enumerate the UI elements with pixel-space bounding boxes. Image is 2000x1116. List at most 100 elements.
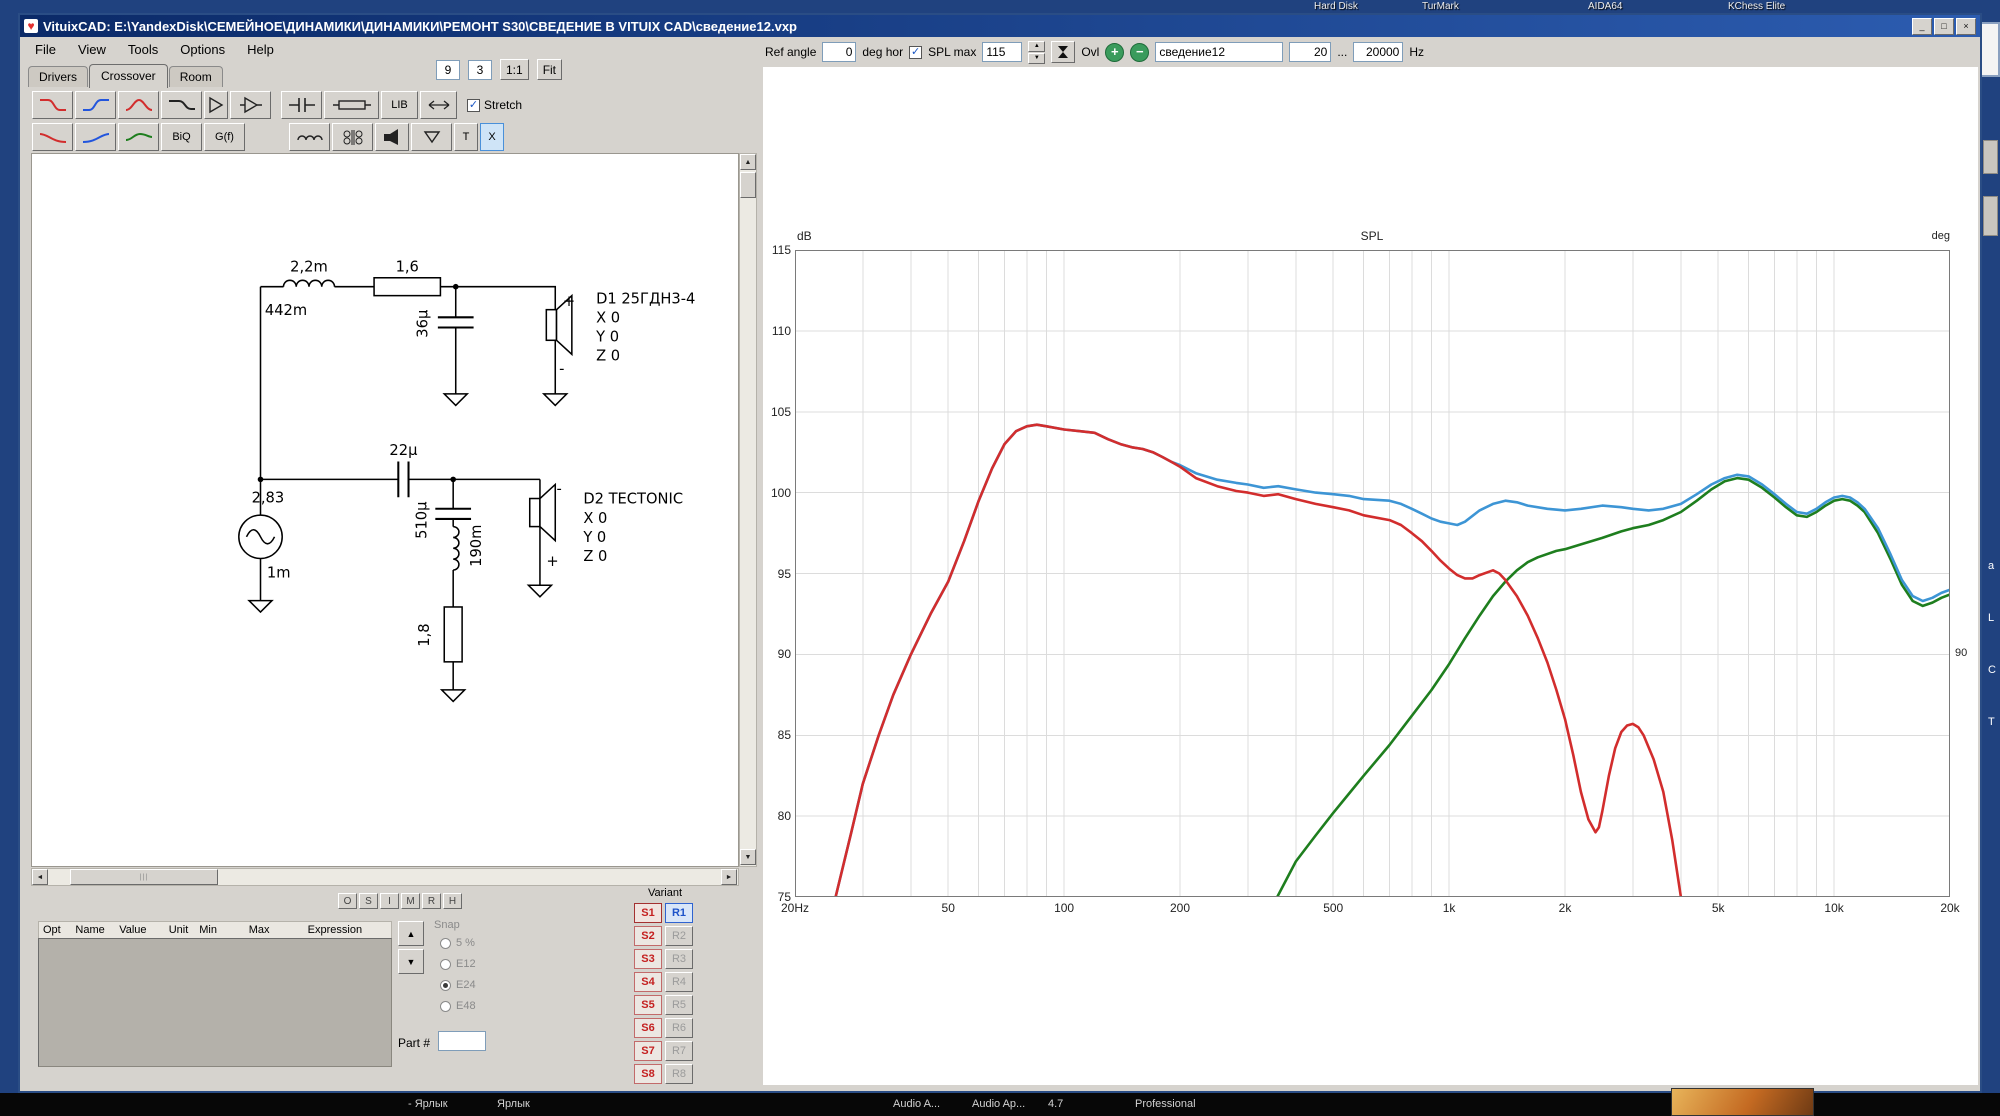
grid-rows-input[interactable]	[468, 60, 492, 80]
minimize-button[interactable]: _	[1912, 18, 1932, 35]
inductor-L1[interactable]	[283, 280, 334, 286]
highpass2-blue-button[interactable]	[75, 123, 116, 151]
tab-crossover[interactable]: Crossover	[89, 64, 168, 88]
schematic-tool-h-button[interactable]: H	[443, 893, 462, 909]
schematic-tool-r-button[interactable]: R	[422, 893, 441, 909]
taskbar-item[interactable]: Audio A...	[893, 1098, 940, 1110]
variant-s8-button[interactable]: S8	[634, 1064, 662, 1084]
driver-D2[interactable]	[530, 484, 556, 540]
move-down-button[interactable]: ▼	[398, 949, 424, 974]
variant-r4-button[interactable]: R4	[665, 972, 693, 992]
snap-option-E12[interactable]: E12	[440, 958, 476, 970]
grid-cols-input[interactable]	[436, 60, 460, 80]
lowpass-red-button[interactable]	[32, 91, 73, 119]
spl-max-checkbox[interactable]: ✓	[909, 46, 922, 59]
scroll-left-icon[interactable]: ◄	[32, 869, 48, 885]
variant-r7-button[interactable]: R7	[665, 1041, 693, 1061]
schematic-tool-o-button[interactable]: O	[338, 893, 357, 909]
variant-s1-button[interactable]: S1	[634, 903, 662, 923]
overlay-name-input[interactable]	[1155, 42, 1283, 62]
desktop-icon-label[interactable]: KChess Elite	[1728, 1, 1785, 12]
tab-drivers[interactable]: Drivers	[28, 66, 88, 87]
schematic-tool-m-button[interactable]: M	[401, 893, 420, 909]
driver-button[interactable]	[375, 123, 409, 151]
overlay-remove-button[interactable]: −	[1130, 43, 1149, 62]
amplifier-button[interactable]	[230, 91, 271, 119]
overlay-add-button[interactable]: +	[1105, 43, 1124, 62]
auto-scale-button[interactable]	[1051, 41, 1075, 63]
variant-r8-button[interactable]: R8	[665, 1064, 693, 1084]
schematic-canvas[interactable]: 2,2m 442m 1,6 36µ + - D1 25ГДН3-4 X 0 Y …	[31, 153, 739, 867]
response-green-button[interactable]	[118, 123, 159, 151]
capacitor-C3[interactable]	[435, 509, 471, 519]
parameter-table-body[interactable]	[38, 938, 392, 1067]
capacitor-C2[interactable]	[398, 462, 408, 498]
menu-tools[interactable]: Tools	[117, 39, 169, 60]
part-number-input[interactable]	[438, 1031, 486, 1051]
desktop-icon-label[interactable]: TurMark	[1422, 1, 1459, 12]
variant-s7-button[interactable]: S7	[634, 1041, 662, 1061]
menu-view[interactable]: View	[67, 39, 117, 60]
biquad-button[interactable]: BiQ	[161, 123, 202, 151]
variant-r6-button[interactable]: R6	[665, 1018, 693, 1038]
variant-s5-button[interactable]: S5	[634, 995, 662, 1015]
move-up-button[interactable]: ▲	[398, 921, 424, 946]
vertical-scroll-thumb[interactable]	[740, 172, 756, 198]
variant-r3-button[interactable]: R3	[665, 949, 693, 969]
snap-option-5%[interactable]: 5 %	[440, 937, 476, 949]
taskbar-item[interactable]: Audio Ap...	[972, 1098, 1025, 1110]
stretch-arrow-button[interactable]	[420, 91, 457, 119]
desktop-icon-label[interactable]: AIDA64	[1588, 1, 1622, 12]
variant-s6-button[interactable]: S6	[634, 1018, 662, 1038]
maximize-button[interactable]: □	[1934, 18, 1954, 35]
desktop-icon-label[interactable]: Hard Disk	[1314, 1, 1358, 12]
horizontal-scroll-thumb[interactable]: |||	[70, 869, 218, 885]
schematic-vertical-scrollbar[interactable]: ▲ ▼	[739, 153, 757, 867]
variant-s3-button[interactable]: S3	[634, 949, 662, 969]
spinner-up-button[interactable]: ▲	[1028, 41, 1045, 52]
resistor-R2[interactable]	[444, 607, 462, 662]
snap-option-E48[interactable]: E48	[440, 1000, 476, 1012]
buffer-button[interactable]	[204, 91, 228, 119]
spl-max-input[interactable]	[982, 42, 1022, 62]
scroll-up-icon[interactable]: ▲	[740, 154, 756, 170]
capacitor-button[interactable]	[281, 91, 322, 119]
variant-r5-button[interactable]: R5	[665, 995, 693, 1015]
close-button[interactable]: ×	[1956, 18, 1976, 35]
scroll-right-icon[interactable]: ►	[721, 869, 737, 885]
inductor-L2[interactable]	[453, 527, 459, 570]
snap-option-E24[interactable]: E24	[440, 979, 476, 991]
highpass-blue-button[interactable]	[75, 91, 116, 119]
tab-room[interactable]: Room	[169, 66, 223, 87]
text-tool-button[interactable]: T	[454, 123, 478, 151]
variant-r1-button[interactable]: R1	[665, 903, 693, 923]
taskbar-item[interactable]: - Ярлык	[408, 1098, 448, 1110]
lowpass2-red-button[interactable]	[32, 123, 73, 151]
freq-min-input[interactable]	[1289, 42, 1331, 62]
transfer-function-button[interactable]: G(f)	[204, 123, 245, 151]
taskbar-item[interactable]: 4.7	[1048, 1098, 1063, 1110]
invert-polarity-button[interactable]	[411, 123, 452, 151]
variant-s2-button[interactable]: S2	[634, 926, 662, 946]
zoom-1-1-button[interactable]: 1:1	[500, 59, 529, 80]
taskbar-item[interactable]: Ярлык	[497, 1098, 530, 1110]
spinner-down-button[interactable]: ▼	[1028, 53, 1045, 64]
delete-tool-button[interactable]: X	[480, 123, 504, 151]
shelf-filter-button[interactable]	[161, 91, 202, 119]
resistor-R1[interactable]	[374, 278, 440, 296]
freq-max-input[interactable]	[1353, 42, 1403, 62]
variant-r2-button[interactable]: R2	[665, 926, 693, 946]
stretch-checkbox-row[interactable]: ✓ Stretch	[467, 98, 522, 112]
schematic-tool-i-button[interactable]: I	[380, 893, 399, 909]
scroll-down-icon[interactable]: ▼	[740, 849, 756, 865]
variant-s4-button[interactable]: S4	[634, 972, 662, 992]
stretch-checkbox[interactable]: ✓	[467, 99, 480, 112]
schematic-tool-s-button[interactable]: S	[359, 893, 378, 909]
capacitor-C1[interactable]	[438, 317, 474, 327]
transformer-button[interactable]	[332, 123, 373, 151]
titlebar[interactable]: ♥ VituixCAD: E:\YandexDisk\СЕМЕЙНОЕ\ДИНА…	[20, 15, 1980, 37]
library-button[interactable]: LIB	[381, 91, 418, 119]
inductor-button[interactable]	[289, 123, 330, 151]
menu-file[interactable]: File	[24, 39, 67, 60]
signal-source[interactable]	[239, 515, 282, 558]
